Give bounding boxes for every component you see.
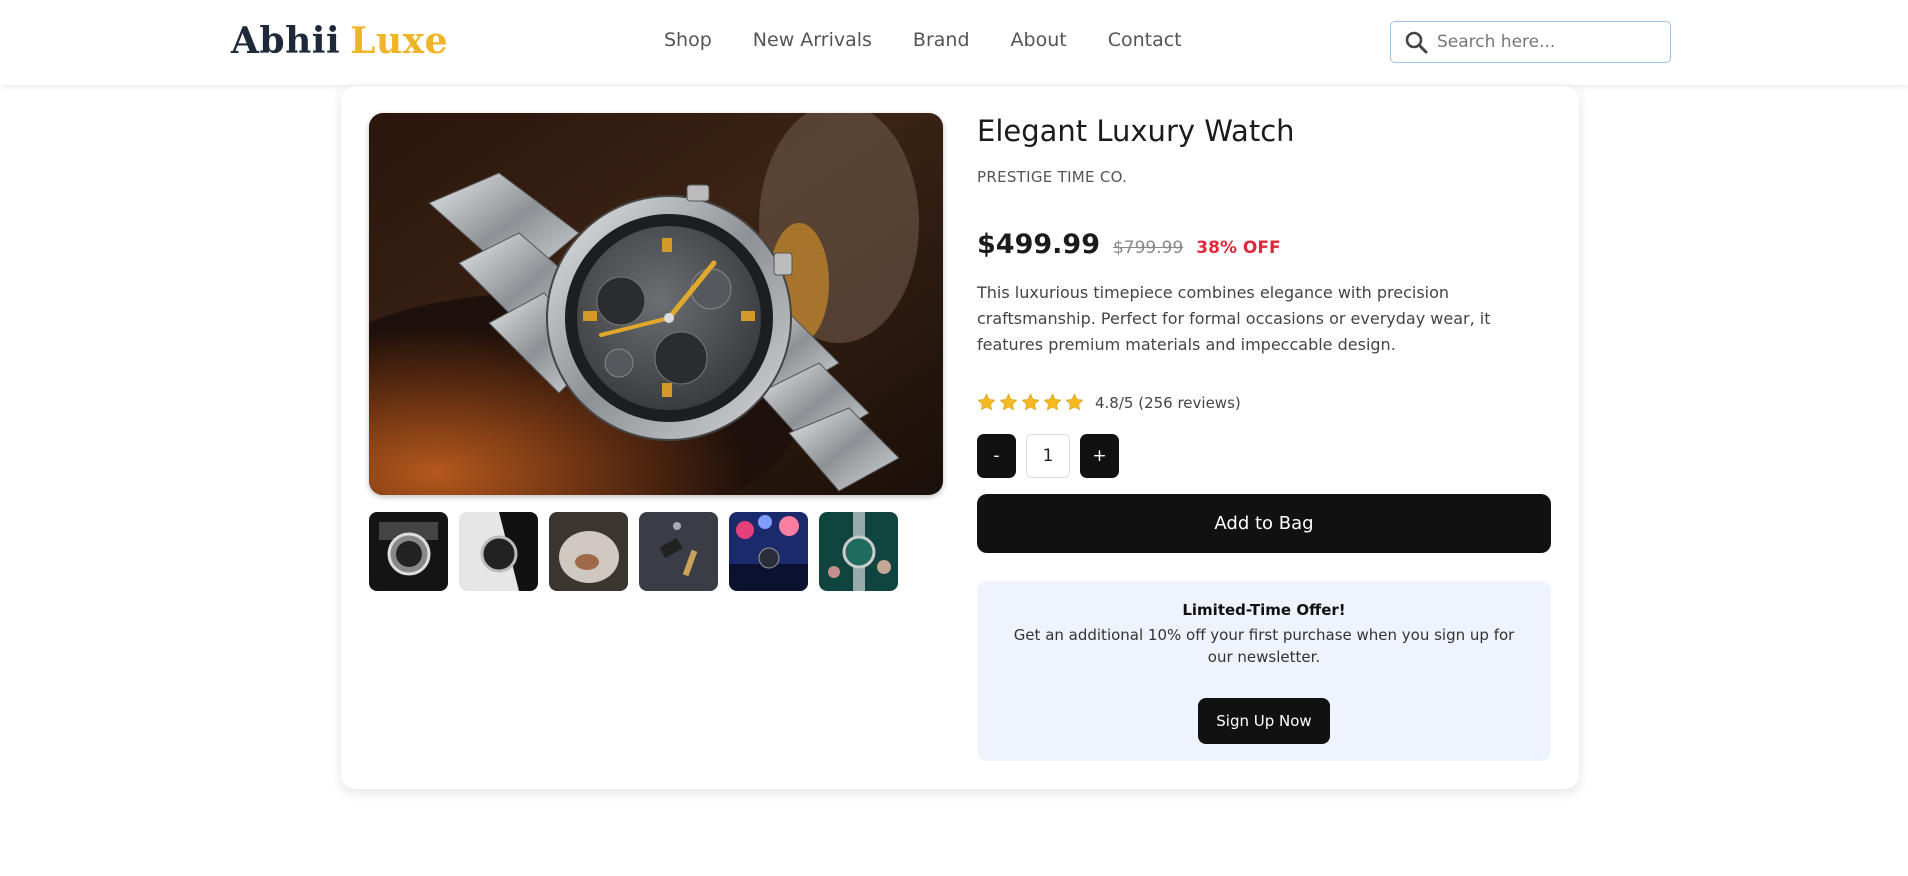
main-nav: Shop New Arrivals Brand About Contact	[664, 29, 1182, 51]
quantity-input[interactable]	[1026, 434, 1070, 478]
thumbnail-2[interactable]	[459, 512, 538, 591]
decrement-button[interactable]: -	[977, 434, 1016, 478]
nav-brand[interactable]: Brand	[913, 29, 970, 51]
search-box	[1390, 21, 1671, 63]
product-title: Elegant Luxury Watch	[977, 114, 1295, 148]
thumbnail-image	[729, 512, 808, 591]
thumbnail-4[interactable]	[639, 512, 718, 591]
nav-contact[interactable]: Contact	[1108, 29, 1182, 51]
star-icon	[1021, 393, 1040, 411]
offer-title: Limited-Time Offer!	[1182, 601, 1346, 619]
thumbnail-image	[549, 512, 628, 591]
product-main-image[interactable]	[369, 113, 943, 495]
star-icon	[1043, 393, 1062, 411]
discount-badge: 38% OFF	[1196, 238, 1281, 258]
add-to-bag-button[interactable]: Add to Bag	[977, 494, 1551, 553]
star-icon	[977, 393, 996, 411]
thumbnail-image	[639, 512, 718, 591]
star-icon	[1065, 393, 1084, 411]
thumbnail-gallery	[369, 512, 898, 591]
rating-text: 4.8/5 (256 reviews)	[1095, 393, 1241, 412]
increment-button[interactable]: +	[1080, 434, 1119, 478]
logo-text-primary: Abhii	[231, 20, 341, 62]
product-brand: PRESTIGE TIME CO.	[977, 168, 1128, 186]
thumbnail-3[interactable]	[549, 512, 628, 591]
watch-photo	[369, 113, 943, 495]
offer-banner: Limited-Time Offer! Get an additional 10…	[977, 581, 1551, 761]
nav-about[interactable]: About	[1011, 29, 1067, 51]
thumbnail-1[interactable]	[369, 512, 448, 591]
thumbnail-6[interactable]	[819, 512, 898, 591]
original-price: $799.99	[1112, 238, 1184, 258]
nav-new-arrivals[interactable]: New Arrivals	[753, 29, 872, 51]
thumbnail-image	[819, 512, 898, 591]
logo-text-accent: Luxe	[350, 20, 448, 62]
rating-stars	[977, 393, 1084, 412]
offer-text: Get an additional 10% off your first pur…	[1013, 626, 1515, 666]
thumbnail-5[interactable]	[729, 512, 808, 591]
product-rating: 4.8/5 (256 reviews)	[977, 393, 1241, 412]
site-header: Abhii Luxe Shop New Arrivals Brand About …	[0, 0, 1908, 85]
thumbnail-image	[369, 512, 448, 591]
search-input[interactable]	[1437, 32, 1657, 52]
nav-shop[interactable]: Shop	[664, 29, 712, 51]
star-icon	[999, 393, 1018, 411]
quantity-stepper: - +	[977, 434, 1119, 478]
thumbnail-image	[459, 512, 538, 591]
logo[interactable]: Abhii Luxe	[231, 20, 448, 62]
current-price: $499.99	[977, 229, 1100, 260]
search-icon[interactable]	[1404, 30, 1428, 54]
product-description: This luxurious timepiece combines elegan…	[977, 283, 1491, 354]
sign-up-button[interactable]: Sign Up Now	[1198, 698, 1330, 744]
price-row: $499.99 $799.99 38% OFF	[977, 229, 1281, 260]
